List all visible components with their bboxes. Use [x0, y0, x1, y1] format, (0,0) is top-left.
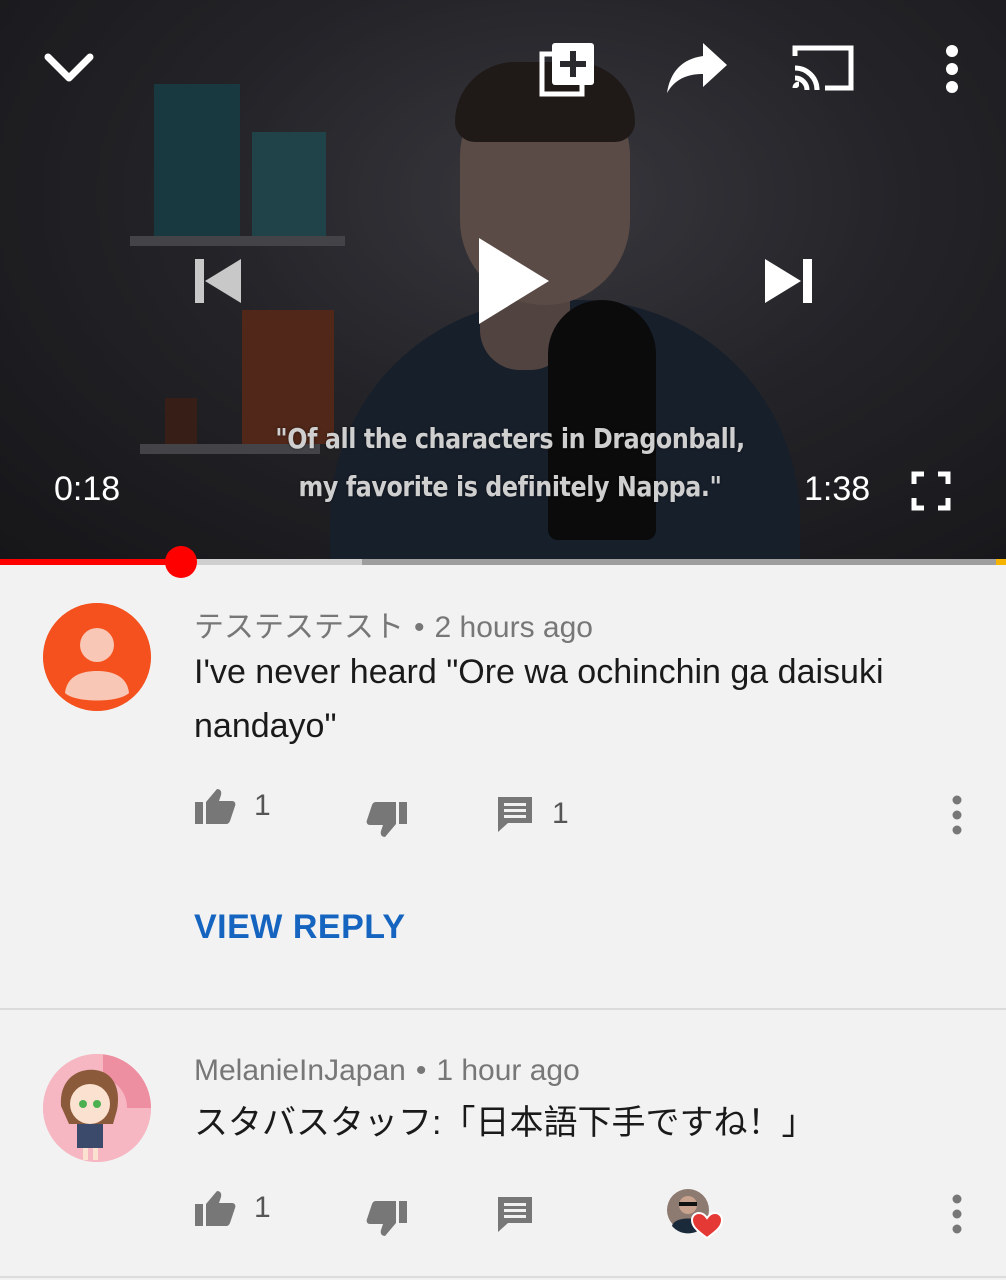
add-to-queue-button[interactable] [536, 38, 598, 100]
comment-options-button[interactable] [948, 795, 966, 840]
view-reply-button[interactable]: VIEW REPLY [194, 908, 406, 947]
cast-icon [792, 45, 854, 91]
chevron-down-icon [44, 53, 94, 82]
meta-separator: • [414, 611, 425, 644]
reply-button[interactable]: 1 [496, 795, 569, 833]
fullscreen-icon [911, 471, 951, 511]
next-icon [765, 259, 812, 303]
like-count: 1 [254, 789, 271, 822]
comment-author[interactable]: テステステスト [194, 611, 404, 644]
like-button[interactable]: 1 [194, 1189, 271, 1227]
more-options-button[interactable] [930, 40, 974, 98]
reply-count: 1 [552, 797, 569, 830]
creator-heart-badge [666, 1188, 724, 1240]
default-avatar-icon [43, 603, 151, 711]
comment-time: 2 hours ago [434, 611, 593, 644]
comment-icon [498, 1197, 532, 1232]
thumbs-down-icon [366, 1201, 407, 1236]
cast-button[interactable] [790, 40, 856, 96]
comment-meta: MelanieInJapan • 1 hour ago [194, 1054, 580, 1088]
comment-thread: MelanieInJapan • 1 hour ago スタバスタッフ:「日本語下手… [0, 1010, 1006, 1280]
thumbs-up-icon [195, 789, 236, 824]
minimize-button[interactable] [40, 38, 98, 96]
more-vert-icon [952, 1194, 962, 1234]
avatar[interactable] [43, 1054, 151, 1162]
comment-time: 1 hour ago [436, 1054, 580, 1087]
video-player[interactable]: "Of all the characters in Dragonball, my… [0, 0, 1006, 560]
comment-thread: テステステスト • 2 hours ago I've never heard "Or… [0, 565, 1006, 1010]
comment-text: スタバスタッフ:「日本語下手ですね！」 [194, 1104, 816, 1142]
more-vert-icon [952, 795, 962, 835]
comment-meta: テステステスト • 2 hours ago [194, 602, 593, 646]
avatar[interactable] [43, 603, 151, 711]
play-button[interactable] [468, 232, 554, 330]
duration: 1:38 [804, 470, 871, 508]
like-button[interactable]: 1 [194, 787, 271, 825]
comment-author[interactable]: MelanieInJapan [194, 1054, 406, 1087]
share-button[interactable] [664, 40, 730, 96]
anime-avatar-icon [43, 1054, 151, 1162]
more-vert-icon [946, 45, 958, 93]
current-time: 0:18 [54, 470, 121, 508]
subtitle-line-2: my favorite is definitely Nappa." [298, 470, 722, 503]
subtitle-line-1: "Of all the characters in Dragonball, [275, 422, 745, 455]
previous-icon [195, 259, 241, 303]
comment-text: I've never heard "Ore wa ochinchin ga da… [194, 653, 884, 745]
creator-heart-icon [667, 1189, 724, 1240]
next-button[interactable] [758, 252, 818, 310]
thumbs-up-icon [195, 1191, 236, 1226]
previous-button[interactable] [188, 252, 248, 310]
meta-separator: • [415, 1054, 427, 1087]
thumbs-down-icon [366, 802, 407, 837]
comment-divider [0, 1276, 1006, 1278]
add-to-queue-icon [539, 43, 594, 97]
comment-options-button[interactable] [948, 1194, 966, 1239]
like-count: 1 [254, 1191, 271, 1224]
dislike-button[interactable] [366, 801, 408, 839]
share-icon [667, 43, 727, 93]
comment-icon [498, 797, 532, 832]
dislike-button[interactable] [366, 1200, 408, 1238]
play-icon [479, 238, 549, 324]
fullscreen-button[interactable] [908, 468, 954, 514]
reply-button[interactable] [496, 1195, 534, 1233]
